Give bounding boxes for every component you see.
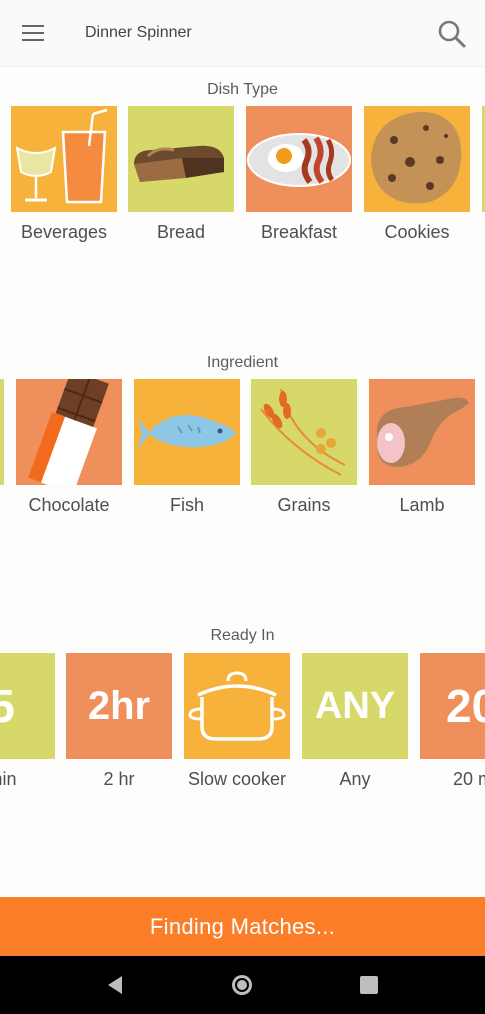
app-bar: Dinner Spinner <box>0 0 485 67</box>
finding-matches-button[interactable]: Finding Matches... <box>0 897 485 956</box>
wheat-grains-icon <box>260 388 346 476</box>
tile-label-cookies: Cookies <box>384 222 450 242</box>
tile-cookies[interactable] <box>364 106 470 212</box>
recents-icon[interactable] <box>357 973 381 997</box>
tile-slow-cooker[interactable] <box>184 653 290 759</box>
tile-20-min[interactable]: 20 <box>420 653 485 759</box>
home-icon[interactable] <box>230 973 254 997</box>
lamb-leg-icon <box>377 397 469 467</box>
tile-chocolate[interactable] <box>16 379 122 485</box>
tile-text-2hr: 2hr <box>87 683 151 728</box>
tile-text-20: 20 <box>446 680 485 732</box>
slow-cooker-pot-icon <box>188 671 286 741</box>
egg-bacon-plate-icon <box>247 133 351 187</box>
tile-label-lamb: Lamb <box>399 495 445 515</box>
tile-bread[interactable] <box>128 106 234 212</box>
tile-2-hr[interactable]: 2hr <box>66 653 172 759</box>
ready-in-row[interactable]: 5 min 2hr 2 hr Slow cooker ANY Any 20 20… <box>0 653 485 803</box>
tile-5-min[interactable]: 5 <box>0 653 55 759</box>
dish-type-row[interactable]: Beverages Bread Breakfast Cookies <box>0 106 485 256</box>
drinks-glasses-icon <box>15 108 108 204</box>
fish-icon <box>138 415 236 449</box>
tile-any[interactable]: ANY <box>302 653 408 759</box>
chocolate-bar-icon <box>27 379 109 485</box>
section-title-ingredient: Ingredient <box>206 354 279 371</box>
tile-text-any: ANY <box>314 684 396 727</box>
tile-text-5: 5 <box>0 680 15 732</box>
tile-breakfast[interactable] <box>246 106 352 212</box>
tile-label-20-min: 20 m <box>452 769 485 789</box>
app-title: Dinner Spinner <box>85 24 192 41</box>
back-icon[interactable] <box>104 973 128 997</box>
tile-beverages[interactable] <box>11 106 117 212</box>
ingredient-row[interactable]: Chocolate Fish Grains Lamb <box>0 379 485 529</box>
cookie-icon <box>371 111 462 204</box>
tile-fish[interactable] <box>134 379 240 485</box>
bread-loaf-icon <box>134 145 224 182</box>
section-title-dish-type: Dish Type <box>207 81 278 98</box>
tile-prev-partial[interactable] <box>0 379 4 485</box>
tile-lamb[interactable] <box>369 379 475 485</box>
search-icon[interactable] <box>434 16 470 50</box>
section-title-ready-in: Ready In <box>210 627 275 644</box>
system-nav-bar <box>0 956 485 1014</box>
tile-grains[interactable] <box>251 379 357 485</box>
menu-icon[interactable] <box>18 20 48 46</box>
